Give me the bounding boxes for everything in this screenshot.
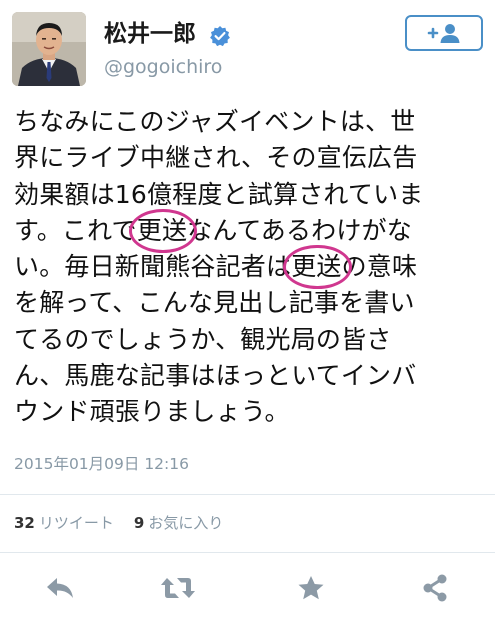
username[interactable]: @gogoichiro — [104, 55, 222, 79]
divider — [0, 552, 495, 553]
tweet-line: ウンド頑張りましょう。 — [14, 397, 290, 427]
retweet-icon — [161, 578, 195, 598]
favorite-button[interactable] — [291, 570, 331, 606]
display-name[interactable]: 松井一郎 — [104, 20, 196, 48]
add-user-icon — [427, 24, 460, 43]
follow-button[interactable] — [405, 15, 483, 51]
tweet-text: ちなみにこのジャズイベントは、世 界にライブ中継され、その宣伝広告 効果額は16… — [14, 104, 484, 431]
avatar[interactable] — [12, 12, 86, 86]
retweet-count[interactable]: 32 — [14, 514, 35, 532]
tweet-segment: い。毎日新聞熊谷記者は — [14, 252, 292, 282]
tweet-segment: す。これで — [14, 215, 137, 245]
verified-badge-icon — [210, 26, 230, 47]
tweet-segment: なんてあるわけがな — [187, 215, 412, 245]
divider — [0, 494, 495, 495]
avatar-portrait-icon — [12, 12, 86, 86]
reply-button[interactable] — [40, 570, 80, 606]
highlighted-word: 更送 — [283, 245, 352, 290]
timestamp[interactable]: 2015年01月09日 12:16 — [14, 452, 189, 474]
tweet-segment: の意味 — [341, 252, 418, 282]
favorite-icon — [298, 576, 324, 600]
highlighted-word-text: 更送 — [291, 252, 342, 282]
retweet-button[interactable] — [158, 570, 198, 606]
favorite-count[interactable]: 9 — [134, 514, 144, 532]
favorite-label[interactable]: お気に入り — [148, 514, 223, 532]
action-bar — [0, 566, 495, 610]
tweet-line: を解って、こんな見出し記事を書い — [14, 288, 415, 318]
tweet-stats: 32 リツイート 9 お気に入り — [14, 512, 223, 533]
tweet-line: 効果額は16億程度と試算されていま — [14, 179, 424, 209]
tweet-line: ちなみにこのジャズイベントは、世 — [14, 107, 416, 136]
highlighted-word-text: 更送 — [136, 215, 188, 245]
share-icon — [423, 574, 447, 602]
tweet-line: 界にライブ中継され、その宣伝広告 — [14, 143, 418, 173]
share-button[interactable] — [415, 570, 455, 606]
tweet-line: てるのでしょうか、観光局の皆さ — [14, 324, 392, 354]
tweet-card: 松井一郎 @gogoichiro ちなみにこのジャズイベントは、世 界にライブ中… — [0, 0, 495, 619]
tweet-line: い。毎日新聞熊谷記者は更送 の意味 — [14, 245, 484, 290]
highlighted-word: 更送 — [128, 208, 198, 254]
tweet-line: す。これで更送 なんてあるわけがな — [14, 208, 484, 254]
retweet-label[interactable]: リツイート — [39, 514, 114, 532]
reply-icon — [47, 578, 73, 598]
tweet-line: ん、馬鹿な記事はほっといてインバ — [14, 361, 417, 391]
